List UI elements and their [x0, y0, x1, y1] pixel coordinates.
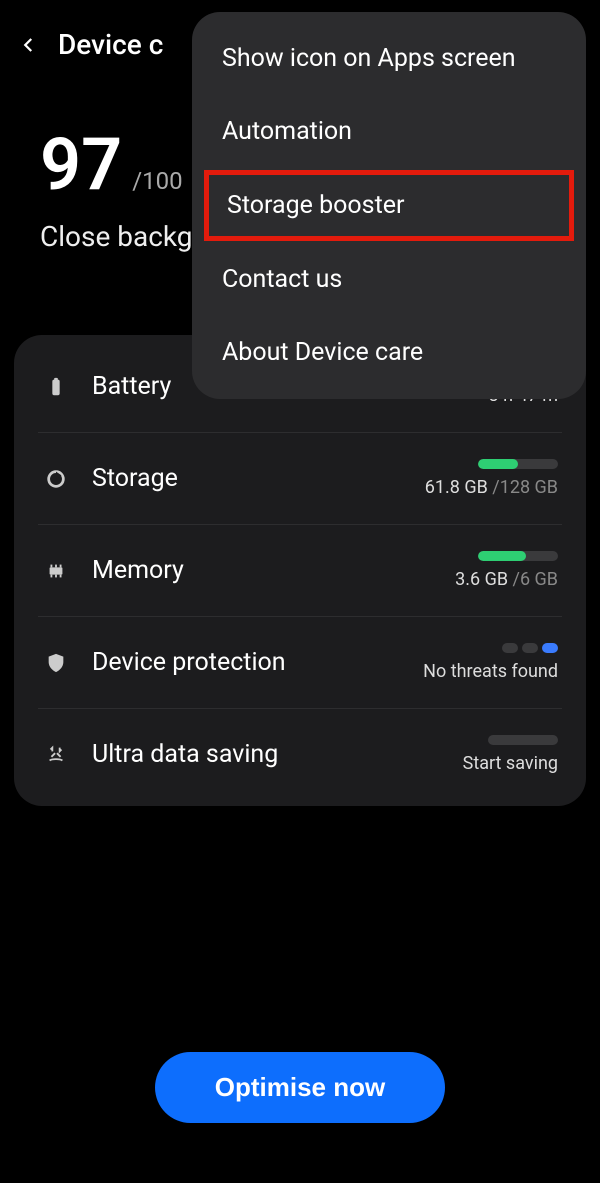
- protection-row[interactable]: Device protection No threats found: [38, 617, 562, 709]
- stats-card: Battery 8 h 47 m Storage 61.8 GB /128 GB…: [14, 335, 586, 806]
- protection-dots: [502, 643, 558, 653]
- score-max: /100: [132, 167, 182, 195]
- storage-row[interactable]: Storage 61.8 GB /128 GB: [38, 433, 562, 525]
- battery-icon: [42, 373, 70, 401]
- ultra-bar: [488, 735, 558, 745]
- back-icon[interactable]: [20, 36, 38, 54]
- menu-about[interactable]: About Device care: [192, 316, 586, 389]
- menu-show-icon[interactable]: Show icon on Apps screen: [192, 22, 586, 95]
- memory-label: Memory: [92, 556, 386, 585]
- menu-automation[interactable]: Automation: [192, 95, 586, 168]
- protection-label: Device protection: [92, 648, 386, 677]
- memory-bar: [478, 551, 558, 561]
- ultra-label: Ultra data saving: [92, 740, 386, 769]
- score-value: 97: [40, 129, 122, 201]
- storage-label: Storage: [92, 464, 386, 493]
- page-title: Device c: [58, 28, 163, 61]
- overflow-menu: Show icon on Apps screen Automation Stor…: [192, 12, 586, 399]
- optimise-button[interactable]: Optimise now: [155, 1052, 445, 1123]
- storage-bar: [478, 459, 558, 469]
- ultra-value: Start saving: [463, 753, 558, 774]
- memory-value: 3.6 GB /6 GB: [455, 569, 558, 590]
- data-saving-icon: [42, 741, 70, 769]
- protection-value: No threats found: [423, 661, 558, 682]
- menu-contact-us[interactable]: Contact us: [192, 243, 586, 316]
- storage-value: 61.8 GB /128 GB: [425, 477, 558, 498]
- shield-icon: [42, 649, 70, 677]
- memory-row[interactable]: Memory 3.6 GB /6 GB: [38, 525, 562, 617]
- storage-icon: [42, 465, 70, 493]
- menu-storage-booster[interactable]: Storage booster: [204, 170, 574, 241]
- memory-icon: [42, 557, 70, 585]
- ultra-row[interactable]: Ultra data saving Start saving: [38, 709, 562, 800]
